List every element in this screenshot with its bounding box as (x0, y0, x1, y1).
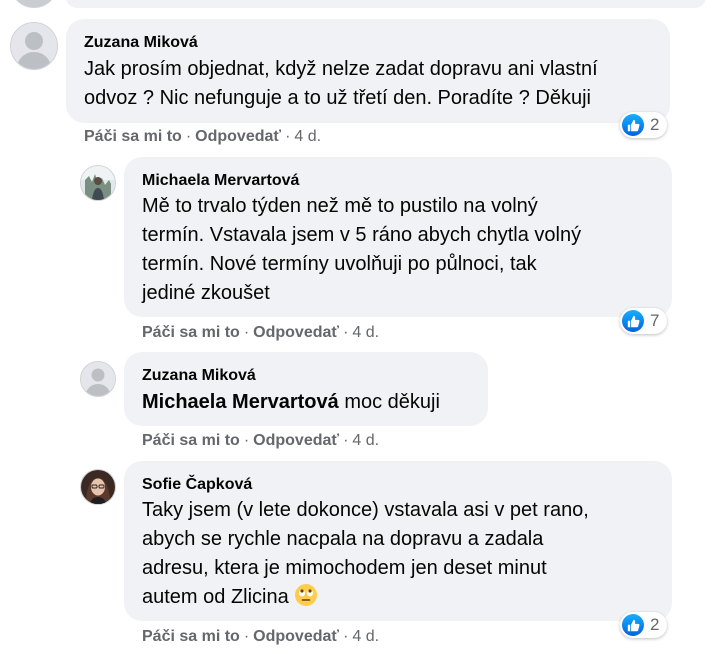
like-link[interactable]: Páči sa mi to (142, 628, 240, 645)
mention-link[interactable]: Michaela Mervartová (142, 391, 339, 413)
comment-text-line: abych se rychle nacpala na dopravu a zad… (142, 528, 544, 550)
separator: · (185, 128, 192, 145)
separator: · (343, 324, 349, 341)
avatar-sofie-capkova[interactable] (80, 469, 116, 505)
comment-text-line: adresu, ktera je mimochodem jen deset mi… (142, 557, 547, 579)
separator: · (285, 128, 291, 145)
comment-text-line: Jak prosím objednat, když nelze zadat do… (84, 58, 598, 80)
comment-actions: Páči sa mi to · Odpovedať · 4 d. (142, 627, 379, 647)
avatar-zuzana-mikova[interactable] (10, 22, 58, 70)
comment-actions: Páči sa mi to · Odpovedať · 4 d. (142, 323, 379, 343)
comment-text-line: autem od Zlicina (142, 586, 289, 608)
separator: · (243, 324, 250, 341)
comment-text: Mě to trvalo týden než mě to pustilo na … (142, 192, 581, 308)
avatar-michaela-mervartova[interactable] (80, 165, 116, 201)
comment-text-line: odvoz ? Nic nefunguje a to už třetí den.… (84, 87, 591, 109)
comment-actions: Páči sa mi to · Odpovedať · 4 d. (142, 431, 379, 451)
avatar-zuzana-mikova[interactable] (80, 361, 116, 397)
comment-text-line: Mě to trvalo týden než mě to pustilo na … (142, 195, 538, 217)
reply-link[interactable]: Odpovedať (253, 432, 339, 449)
comment-text-line: termín. Nové termíny uvolňuji po půlnoci… (142, 253, 537, 275)
comment-text-line: moc děkuji (344, 391, 440, 413)
profile-photo-icon (81, 470, 115, 504)
comment-text: Jak prosím objednat, když nelze zadat do… (84, 55, 598, 113)
default-avatar-icon (81, 362, 115, 396)
comment-text-line: Taky jsem (v lete dokonce) vstavala asi … (142, 499, 589, 521)
reaction-count: 7 (650, 311, 660, 330)
previous-comment-bubble (66, 0, 706, 8)
comment-text-line-with-emoji: autem od Zlicina (142, 583, 589, 612)
thumbs-up-icon (622, 614, 644, 636)
timestamp[interactable]: 4 d. (352, 324, 379, 341)
reaction-count: 2 (650, 115, 660, 134)
comment-text-line: jediné zkoušet (142, 282, 270, 304)
like-link[interactable]: Páči sa mi to (142, 324, 240, 341)
comment-text-line: termín. Vstavala jsem v 5 ráno abych chy… (142, 224, 582, 246)
reaction-summary[interactable]: 2 (620, 112, 668, 138)
comment-author[interactable]: Zuzana Miková (84, 33, 198, 53)
comment-author[interactable]: Michaela Mervartová (142, 171, 299, 191)
reaction-count: 2 (650, 615, 660, 634)
reaction-summary[interactable]: 7 (620, 308, 668, 334)
default-avatar-icon (11, 23, 57, 69)
like-link[interactable]: Páči sa mi to (142, 432, 240, 449)
reply-link[interactable]: Odpovedať (253, 324, 339, 341)
comment-author[interactable]: Sofie Čapková (142, 475, 252, 495)
face-with-rolling-eyes-emoji (294, 583, 318, 607)
reaction-summary[interactable]: 2 (620, 612, 668, 638)
reply-link[interactable]: Odpovedať (253, 628, 339, 645)
comment-text: Taky jsem (v lete dokonce) vstavala asi … (142, 496, 589, 612)
separator: · (343, 432, 349, 449)
thumbs-up-icon (622, 114, 644, 136)
comment-actions: Páči sa mi to · Odpovedať · 4 d. (84, 127, 321, 147)
separator: · (343, 628, 349, 645)
profile-photo-icon (81, 166, 115, 200)
comment-author[interactable]: Zuzana Miková (142, 366, 256, 386)
timestamp[interactable]: 4 d. (294, 128, 321, 145)
timestamp[interactable]: 4 d. (352, 628, 379, 645)
timestamp[interactable]: 4 d. (352, 432, 379, 449)
reply-link[interactable]: Odpovedať (195, 128, 281, 145)
separator: · (243, 432, 250, 449)
like-link[interactable]: Páči sa mi to (84, 128, 182, 145)
separator: · (243, 628, 250, 645)
previous-comment-avatar[interactable] (10, 0, 58, 8)
comment-text: Michaela Mervartová moc děkuji (142, 388, 440, 417)
thumbs-up-icon (622, 310, 644, 332)
